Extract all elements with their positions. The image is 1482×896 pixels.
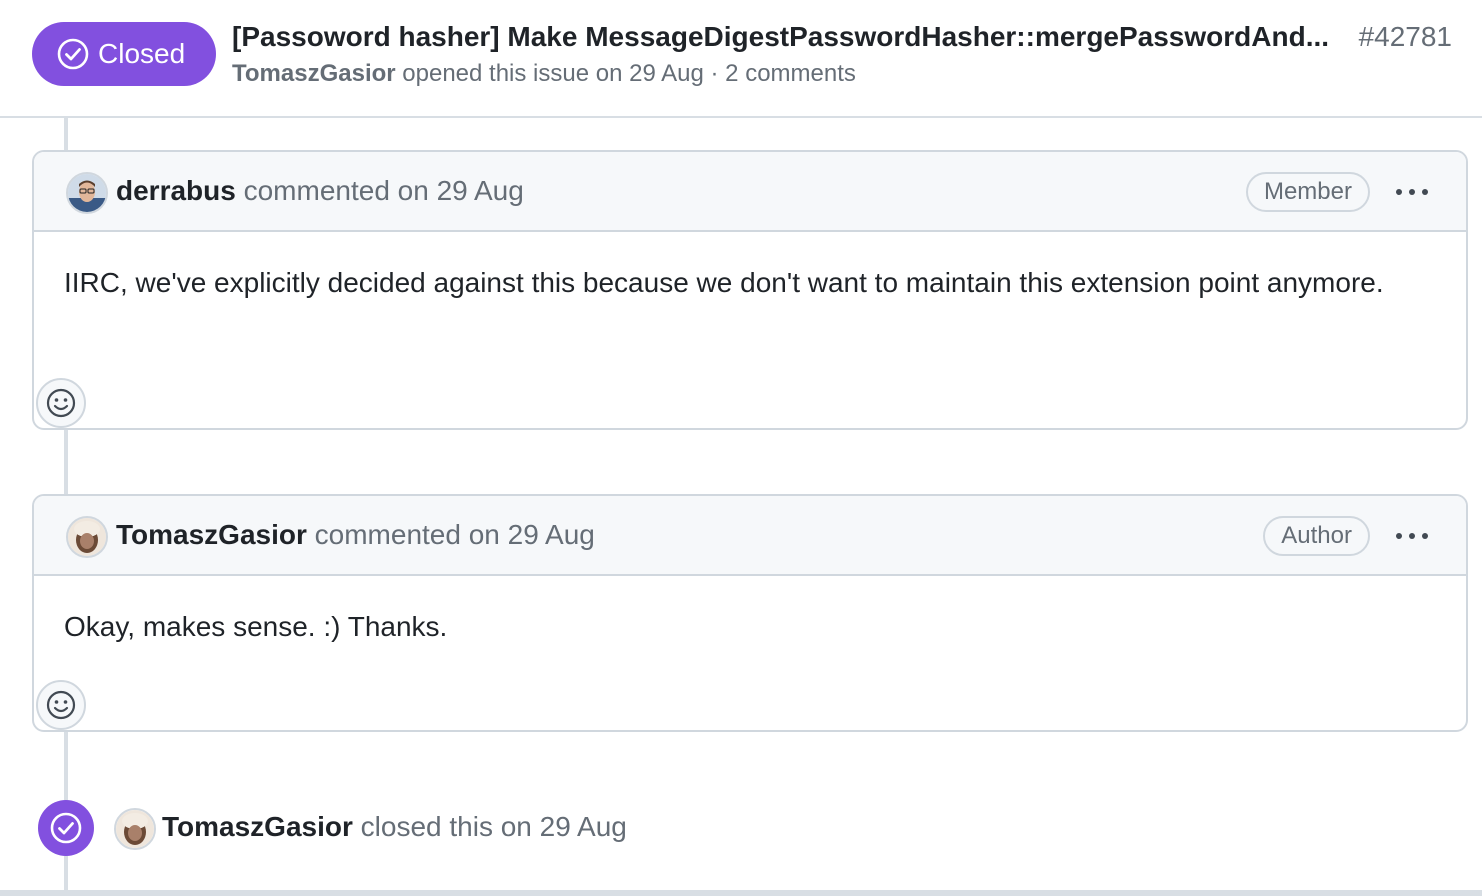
more-options-icon[interactable] (1394, 522, 1430, 550)
comment-header: derrabus commented on 29 Aug Member (34, 152, 1466, 232)
more-options-icon[interactable] (1394, 178, 1430, 206)
smiley-icon[interactable] (36, 378, 86, 428)
avatar[interactable] (66, 172, 108, 214)
check-circle-icon (56, 37, 90, 71)
comment-author[interactable]: derrabus (116, 175, 236, 206)
event-text: TomaszGasior closed this on 29 Aug (162, 810, 627, 844)
check-circle-icon (38, 800, 94, 856)
closed-event: TomaszGasior closed this on 29 Aug (38, 800, 838, 858)
issue-meta: TomaszGasior opened this issue on 29 Aug… (232, 60, 856, 88)
divider (0, 890, 1482, 896)
comment-title: derrabus commented on 29 Aug (116, 174, 524, 208)
comment-body: Okay, makes sense. :) Thanks. (64, 611, 448, 642)
issue-meta-text: opened this issue on 29 Aug · 2 comments (402, 60, 856, 87)
event-author[interactable]: TomaszGasior (162, 811, 353, 842)
role-badge: Member (1245, 172, 1370, 212)
state-badge-closed: Closed (32, 22, 216, 86)
avatar[interactable] (66, 516, 108, 558)
comment-card: TomaszGasior commented on 29 Aug Author … (32, 494, 1468, 732)
comment-body: IIRC, we've explicitly decided against t… (64, 267, 1384, 298)
smiley-icon[interactable] (36, 680, 86, 730)
event-action: closed this on 29 Aug (360, 811, 627, 842)
comment-card: derrabus commented on 29 Aug Member IIRC… (32, 150, 1468, 430)
issue-author-link[interactable]: TomaszGasior (232, 60, 396, 87)
comment-timestamp: commented on 29 Aug (314, 519, 595, 550)
issue-number: #42781 (1358, 21, 1452, 52)
comment-author[interactable]: TomaszGasior (116, 519, 307, 550)
comment-header: TomaszGasior commented on 29 Aug Author (34, 496, 1466, 576)
state-label: Closed (98, 38, 186, 69)
avatar[interactable] (114, 808, 156, 850)
comment-title: TomaszGasior commented on 29 Aug (116, 518, 595, 552)
comment-timestamp: commented on 29 Aug (243, 175, 524, 206)
issue-header: Closed [Passoword hasher] Make MessageDi… (0, 0, 1482, 118)
issue-title: [Passoword hasher] Make MessageDigestPas… (232, 21, 1330, 52)
role-badge: Author (1263, 516, 1370, 556)
